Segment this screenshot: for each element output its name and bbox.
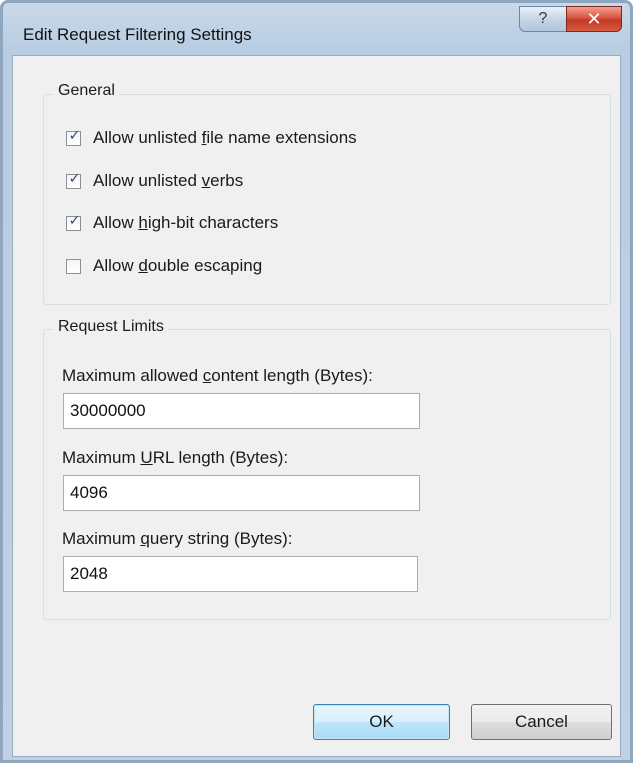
checkbox-unlisted-verbs[interactable]: ✓ xyxy=(66,169,81,189)
check-icon: ✓ xyxy=(68,126,81,143)
help-icon: ? xyxy=(538,10,548,27)
help-button[interactable]: ? xyxy=(519,6,567,32)
checkbox-row-unlisted-extensions[interactable]: ✓ Allow unlisted file name extensions xyxy=(66,126,357,148)
close-icon: ✕ xyxy=(586,8,602,29)
checkbox-double-escaping[interactable] xyxy=(66,258,81,274)
check-icon: ✓ xyxy=(68,169,81,186)
checkbox-unlisted-extensions[interactable]: ✓ xyxy=(66,126,81,146)
general-group-legend: General xyxy=(54,82,119,100)
checkbox-label-unlisted-extensions: Allow unlisted file name extensions xyxy=(93,128,357,147)
max-query-string-label: Maximum query string (Bytes): xyxy=(62,529,293,548)
checkbox-label-high-bit: Allow high-bit characters xyxy=(93,213,279,232)
check-icon: ✓ xyxy=(68,211,81,228)
dialog-body: General ✓ Allow unlisted file name exten… xyxy=(12,55,621,757)
dialog-title: Edit Request Filtering Settings xyxy=(23,25,252,44)
max-url-length-label: Maximum URL length (Bytes): xyxy=(62,448,289,467)
max-content-length-label: Maximum allowed content length (Bytes): xyxy=(62,366,373,385)
max-url-length-input[interactable]: 4096 xyxy=(63,475,420,511)
checkbox-row-high-bit[interactable]: ✓ Allow high-bit characters xyxy=(66,211,279,233)
checkbox-row-unlisted-verbs[interactable]: ✓ Allow unlisted verbs xyxy=(66,169,244,191)
dialog-window: Edit Request Filtering Settings ? ✕ Gene… xyxy=(0,0,633,763)
ok-button[interactable]: OK xyxy=(313,704,450,740)
checkbox-row-double-escaping[interactable]: Allow double escaping xyxy=(66,256,262,276)
max-query-string-input[interactable]: 2048 xyxy=(63,556,418,592)
checkbox-label-double-escaping: Allow double escaping xyxy=(93,256,263,275)
checkbox-high-bit[interactable]: ✓ xyxy=(66,211,81,231)
max-content-length-input[interactable]: 30000000 xyxy=(63,393,420,429)
title-bar[interactable]: Edit Request Filtering Settings ? ✕ xyxy=(3,3,630,55)
checkbox-label-unlisted-verbs: Allow unlisted verbs xyxy=(93,171,244,190)
cancel-button[interactable]: Cancel xyxy=(471,704,612,740)
request-limits-group-legend: Request Limits xyxy=(54,318,168,336)
close-button[interactable]: ✕ xyxy=(566,6,622,32)
